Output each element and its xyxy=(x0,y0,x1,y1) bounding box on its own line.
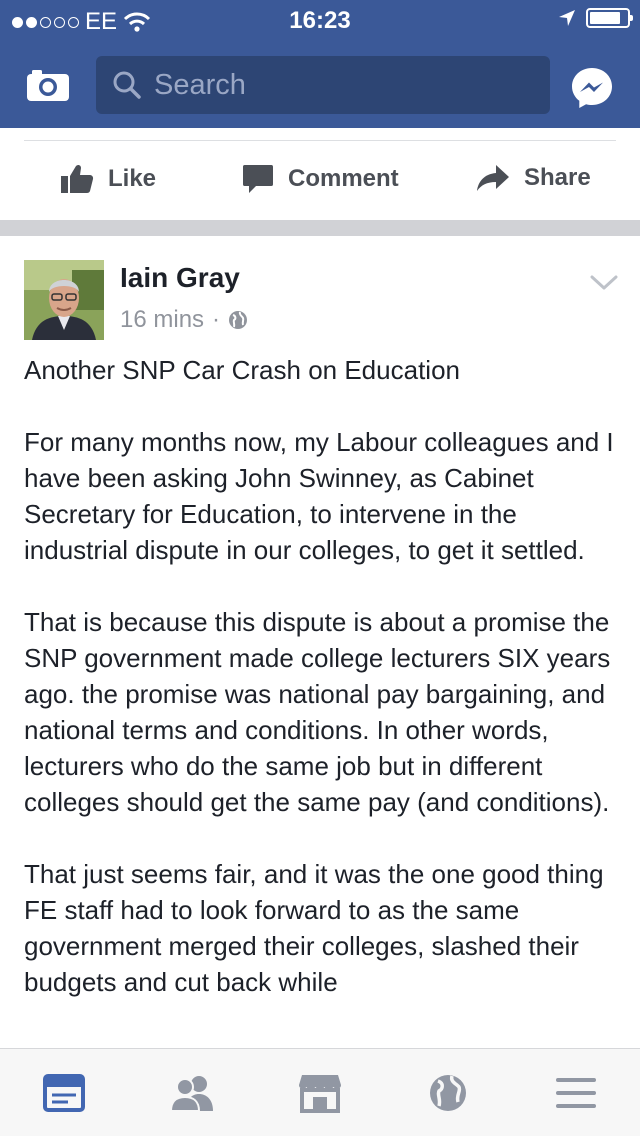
post-meta: 16 mins · xyxy=(120,306,248,334)
share-label: Share xyxy=(524,164,591,191)
feed-post: Iain Gray 16 mins · Another SNP Car Cras… xyxy=(0,236,640,1048)
location-arrow-icon xyxy=(559,10,575,26)
thumbs-up-icon xyxy=(61,164,94,193)
messenger-icon[interactable] xyxy=(570,66,614,110)
status-time: 16:23 xyxy=(289,7,351,34)
comment-button[interactable]: Comment xyxy=(242,164,399,194)
previous-post-actions: Like Comment Share xyxy=(0,128,640,220)
news-feed-icon[interactable] xyxy=(42,1073,86,1113)
bottom-tab-bar xyxy=(0,1048,640,1136)
status-bar: EE 16:23 xyxy=(0,0,640,40)
globe-icon xyxy=(229,311,248,329)
actions-separator xyxy=(24,140,616,141)
share-button[interactable]: Share xyxy=(476,164,591,192)
comment-icon xyxy=(243,165,273,193)
comment-label: Comment xyxy=(288,165,399,192)
like-label: Like xyxy=(108,165,157,192)
notifications-globe-icon[interactable] xyxy=(426,1073,470,1113)
chevron-down-icon[interactable] xyxy=(590,274,618,292)
feed-divider xyxy=(0,220,640,236)
post-body: Another SNP Car Crash on Education For m… xyxy=(24,352,624,1036)
post-paragraph: That just seems fair, and it was the one… xyxy=(24,859,604,997)
search-placeholder: Search xyxy=(154,69,246,101)
post-paragraph: For many months now, my Labour colleague… xyxy=(24,427,614,565)
marketplace-icon[interactable] xyxy=(298,1073,342,1113)
search-bar[interactable]: Search xyxy=(96,56,550,114)
avatar[interactable] xyxy=(24,260,104,340)
post-paragraph: Another SNP Car Crash on Education xyxy=(24,355,460,385)
post-time[interactable]: 16 mins xyxy=(120,306,204,334)
share-arrow-icon xyxy=(477,165,509,191)
search-icon xyxy=(113,71,141,99)
battery-icon xyxy=(586,8,633,28)
status-right xyxy=(558,8,633,28)
camera-icon[interactable] xyxy=(26,68,70,102)
top-bar: EE 16:23 Search xyxy=(0,0,640,128)
post-author[interactable]: Iain Gray xyxy=(120,262,240,294)
menu-icon[interactable] xyxy=(554,1073,598,1113)
post-paragraph: That is because this dispute is about a … xyxy=(24,607,611,817)
like-button[interactable]: Like xyxy=(60,164,156,194)
meta-separator: · xyxy=(212,306,221,333)
friends-icon[interactable] xyxy=(170,1073,214,1113)
